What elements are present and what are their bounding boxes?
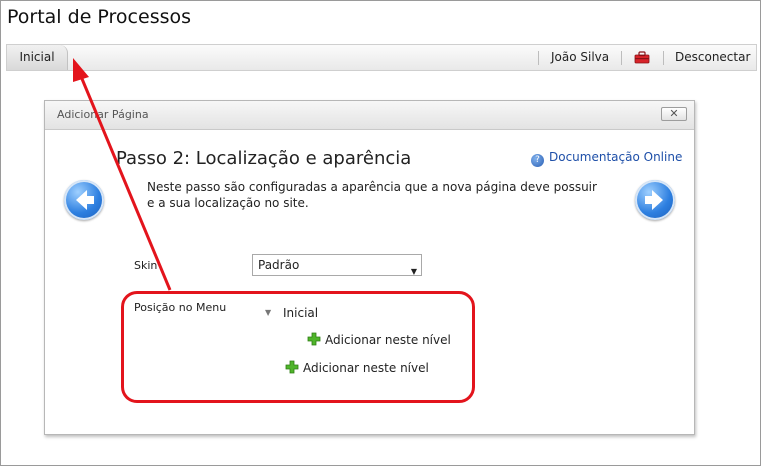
- skin-select[interactable]: Padrão ▼: [252, 254, 422, 276]
- top-nav-bar: Inicial João Silva Desconectar: [6, 44, 757, 71]
- separator: [663, 51, 664, 65]
- previous-step-button[interactable]: [64, 180, 104, 220]
- separator: [538, 51, 539, 65]
- dialog-title: Adicionar Página: [57, 108, 149, 121]
- toolbox-icon[interactable]: [634, 51, 650, 64]
- separator: [621, 51, 622, 65]
- chevron-down-icon: ▼: [410, 267, 417, 276]
- logout-link[interactable]: Desconectar: [675, 45, 750, 70]
- help-link-label: Documentação Online: [549, 150, 683, 164]
- next-step-button[interactable]: [635, 180, 675, 220]
- page-title: Portal de Processos: [7, 6, 192, 28]
- step-title: Passo 2: Localização e aparência: [116, 148, 412, 169]
- step-description: Neste passo são configuradas a aparência…: [147, 180, 597, 210]
- annotation-highlight-box: [121, 291, 475, 403]
- dialog-header: Adicionar Página ✕: [45, 101, 694, 130]
- tab-inicial[interactable]: Inicial: [7, 45, 68, 70]
- help-icon: ?: [531, 154, 544, 167]
- arrow-right-icon: [645, 190, 663, 210]
- close-icon: ✕: [669, 107, 679, 120]
- skin-select-value: Padrão: [258, 258, 300, 272]
- close-button[interactable]: ✕: [661, 107, 687, 121]
- skin-label: Skin: [134, 259, 158, 272]
- arrow-left-icon: [76, 190, 94, 210]
- online-documentation-link[interactable]: ? Documentação Online: [531, 150, 682, 167]
- user-name-link[interactable]: João Silva: [551, 45, 609, 70]
